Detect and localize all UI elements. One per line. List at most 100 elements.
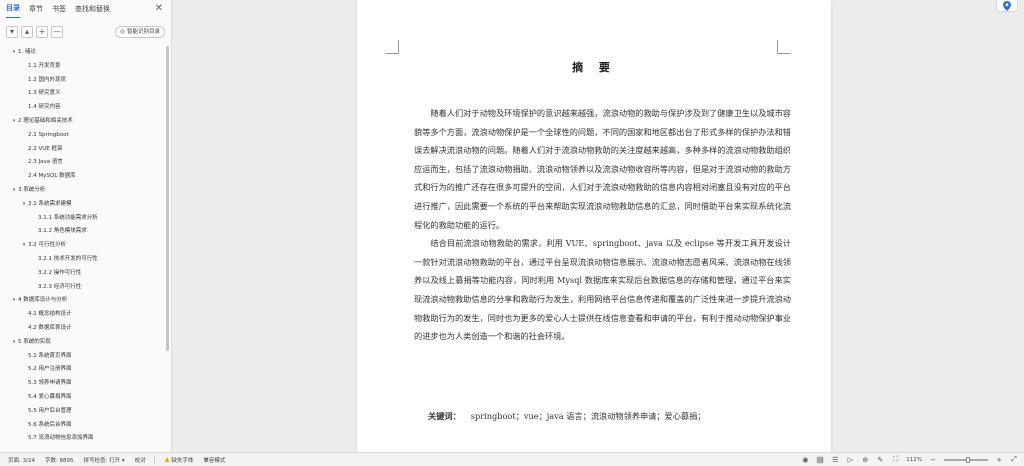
toc-item[interactable]: 1.1 开发背景 <box>0 60 165 74</box>
toc-item-label: 3.1.1 系统功能需求分析 <box>38 214 98 221</box>
spell-check-toggle[interactable]: 拼写检查: 打开 ▾ <box>84 456 125 464</box>
outline-icon[interactable]: ☰ <box>831 456 839 464</box>
toc-item-label: 3.2.1 技术开发的可行性 <box>38 255 98 262</box>
view-controls: ◉ ▤ ☰ ▷ ⊕ ✎ ⛶ 112% − + ⤢ <box>801 453 1018 466</box>
toc-item-label: 2.1 Springboot <box>28 131 69 138</box>
toc-item-label: 5.4 爱心募捐界面 <box>28 393 72 400</box>
chevron-down-icon[interactable]: ▾ <box>10 184 18 198</box>
toc-item[interactable]: ▾ 3.1 系统需求建模 <box>0 198 165 212</box>
toc-item[interactable]: 3.1.1 系统功能需求分析 <box>0 212 165 226</box>
chevron-down-icon[interactable]: ▾ <box>10 46 18 60</box>
toc-item[interactable]: 1.3 研究意义 <box>0 87 165 101</box>
chevron-down-icon[interactable]: ▾ <box>20 239 28 253</box>
toc-item-label: 5.2 用户注册界面 <box>28 366 72 373</box>
chevron-down-icon[interactable]: ▾ <box>10 336 18 350</box>
abstract-body: 随着人们对于动物及环境保护的意识越来越强，流浪动物的救助与保护涉及到了健康卫生以… <box>414 104 791 346</box>
web-icon[interactable]: ⊕ <box>861 456 869 464</box>
toc-item[interactable]: ▾ 4 数据库设计与分析 <box>0 294 165 308</box>
pen-icon[interactable]: ✎ <box>876 456 884 464</box>
toc-item[interactable]: 5.2 用户注册界面 <box>0 363 165 377</box>
expand-all-button[interactable]: ▴ <box>21 26 33 38</box>
toc-toolbar: ▾ ▴ + — ◎ 智能识别目录 <box>0 22 171 42</box>
play-icon[interactable]: ▷ <box>846 456 854 464</box>
fit-icon[interactable]: ⛶ <box>891 455 899 464</box>
tab-bookmarks[interactable]: 书签 <box>52 4 66 18</box>
keywords-label: 关键词： <box>428 411 461 421</box>
toc-item[interactable]: 2.3 Java 语言 <box>0 156 165 170</box>
toc-item-label: 5.3 领养申请界面 <box>28 380 72 387</box>
zoom-slider-knob[interactable] <box>966 456 970 463</box>
toc-item-label: 5.6 系统后台界面 <box>28 421 72 428</box>
smart-toc-label: 智能识别目录 <box>126 29 160 35</box>
toc-item-label: 5.7 流浪动物信息添加界面 <box>28 435 94 442</box>
toc-item[interactable]: 2.4 MySQL 数据库 <box>0 170 165 184</box>
tab-chapters[interactable]: 章节 <box>29 4 43 18</box>
abstract-paragraph: 随着人们对于动物及环境保护的意识越来越强，流浪动物的救助与保护涉及到了健康卫生以… <box>414 108 791 230</box>
toc-item[interactable]: ▾ 2 理论基础和相关技术 <box>0 115 165 129</box>
toc-item[interactable]: 1.2 国内外现状 <box>0 74 165 88</box>
toc-item[interactable]: 3.2.1 技术开发的可行性 <box>0 253 165 267</box>
remove-entry-button[interactable]: — <box>51 26 63 38</box>
toc-item-label: 3.2.2 操作可行性 <box>38 269 82 276</box>
toc-item-label: 5.5 用户后台管理 <box>28 407 72 414</box>
toc-item[interactable]: 2.1 Springboot <box>0 129 165 143</box>
zoom-level[interactable]: 112% <box>906 457 922 463</box>
smart-toc-button[interactable]: ◎ 智能识别目录 <box>115 26 165 38</box>
toc-item[interactable]: ▾ 1. 绪论 <box>0 46 165 60</box>
eye-icon[interactable]: ◉ <box>801 456 809 464</box>
toc-item-label: 5.1 系统首页界面 <box>28 352 72 359</box>
toc-item[interactable]: 4.1 概念结构设计 <box>0 308 165 322</box>
navigation-pane: 目录 章节 书签 查找和替换 ✕ ▾ ▴ + — ◎ 智能识别目录 ▾ 1. 绪论… <box>0 0 172 452</box>
missing-font-button[interactable]: ▲ 缺失字体 <box>165 456 194 464</box>
chevron-down-icon[interactable]: ▾ <box>10 294 18 308</box>
close-icon[interactable]: ✕ <box>155 3 163 14</box>
toc-item[interactable]: 5.4 爱心募捐界面 <box>0 391 165 405</box>
margin-marker-top-right <box>777 40 791 54</box>
collapse-all-button[interactable]: ▾ <box>6 26 18 38</box>
toc-item-label: 4.1 概念结构设计 <box>28 311 72 318</box>
compat-mode-label: 兼容模式 <box>203 457 226 464</box>
toc-item[interactable]: ▾ 3 系统分析 <box>0 184 165 198</box>
chevron-down-icon[interactable]: ▾ <box>20 198 28 212</box>
page-title: 摘 要 <box>572 61 616 74</box>
toc-item[interactable]: 3.2.3 经济可行性 <box>0 281 165 295</box>
page-indicator[interactable]: 页面: 3/24 <box>8 456 35 464</box>
toc-item[interactable]: 5.6 系统后台界面 <box>0 419 165 433</box>
tab-find-replace[interactable]: 查找和替换 <box>75 4 110 18</box>
toc-item-label: 3 系统分析 <box>18 186 46 193</box>
toc-item[interactable]: 2.2 VUE 框架 <box>0 143 165 157</box>
toc-item[interactable]: 3.1.2 角色模块需求 <box>0 225 165 239</box>
location-button[interactable] <box>996 0 1018 12</box>
word-count[interactable]: 字数: 8895 <box>45 456 74 464</box>
proofread-button[interactable]: 校对 <box>135 455 155 464</box>
toc-item[interactable]: 5.7 流浪动物信息添加界面 <box>0 432 165 446</box>
zoom-slider[interactable] <box>944 456 988 463</box>
fullscreen-icon[interactable]: ⤢ <box>1010 455 1018 464</box>
status-bar: 页面: 3/24 字数: 8895 拼写检查: 打开 ▾ 校对 ▲ 缺失字体 兼容… <box>0 452 1024 466</box>
toc-item-label: 3.1.2 角色模块需求 <box>38 228 87 235</box>
toc-item[interactable]: 1.4 研究内容 <box>0 101 165 115</box>
toc-item[interactable]: ▾ 3.2 可行性分析 <box>0 239 165 253</box>
toc-item-label: 1.4 研究内容 <box>28 104 61 111</box>
add-entry-button[interactable]: + <box>36 26 48 38</box>
toc-scrollbar[interactable] <box>166 46 169 351</box>
zoom-out-icon[interactable]: − <box>929 456 937 464</box>
page-view-icon[interactable]: ▤ <box>816 455 825 464</box>
chevron-down-icon[interactable]: ▾ <box>10 115 18 129</box>
toc-item[interactable]: 5.1 系统首页界面 <box>0 350 165 364</box>
document-page[interactable]: 摘 要 随着人们对于动物及环境保护的意识越来越强，流浪动物的救助与保护涉及到了健… <box>357 0 831 452</box>
toc-item[interactable]: 3.2.2 操作可行性 <box>0 267 165 281</box>
toc-item[interactable]: 5.3 领养申请界面 <box>0 377 165 391</box>
document-area: 摘 要 随着人们对于动物及环境保护的意识越来越强，流浪动物的救助与保护涉及到了健… <box>173 0 1024 452</box>
keywords-text: springboot；vue；java 语言；流浪动物领养申请；爱心募捐； <box>470 411 706 421</box>
toc-item-label: 2 理论基础和相关技术 <box>18 117 73 124</box>
toc-item-label: 1.1 开发背景 <box>28 62 61 69</box>
toc-item[interactable]: ▾ 5 系统的实现 <box>0 336 165 350</box>
toc-item-label: 4.2 数据库表设计 <box>28 324 72 331</box>
toc-item[interactable]: 4.2 数据库表设计 <box>0 322 165 336</box>
zoom-in-icon[interactable]: + <box>995 456 1003 464</box>
tab-toc[interactable]: 目录 <box>6 3 20 18</box>
toc-item[interactable]: 5.5 用户后台管理 <box>0 405 165 419</box>
margin-marker-top-left <box>385 40 399 54</box>
toc-item-label: 2.3 Java 语言 <box>28 159 63 166</box>
